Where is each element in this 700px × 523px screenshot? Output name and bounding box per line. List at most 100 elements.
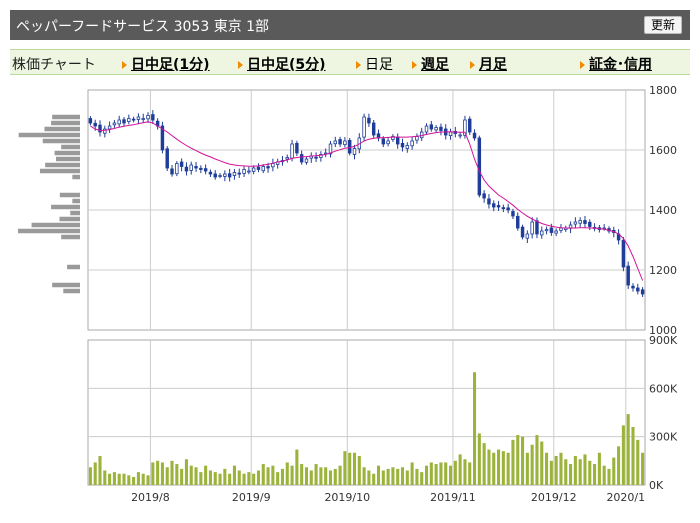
volume-bar (468, 462, 472, 485)
volume-bar (458, 454, 462, 485)
candle-body (333, 140, 338, 145)
volume-bar (319, 467, 323, 485)
volume-profile-bar (55, 156, 80, 162)
volume-bar (400, 467, 405, 485)
volume-bar (569, 464, 573, 485)
volume-bar (357, 456, 361, 485)
volume-profile-bar (61, 144, 80, 150)
price-axis-tick-label: 1800 (649, 84, 677, 97)
volume-axis-tick-label: 600K (649, 382, 678, 395)
volume-bar (631, 427, 635, 485)
volume-axis-tick-label: 300K (649, 431, 678, 444)
volume-bar (621, 425, 625, 485)
volume-bar (343, 451, 347, 485)
volume-bar (564, 459, 568, 485)
candle-body (285, 157, 289, 160)
volume-bar (127, 475, 131, 485)
volume-bar (338, 465, 342, 485)
candle-body (256, 166, 261, 170)
volume-bar (535, 435, 539, 485)
volume-bar (530, 444, 534, 485)
volume-profile-bar (52, 282, 80, 288)
volume-bar (602, 465, 606, 485)
volume-bar (391, 467, 395, 485)
volume-bar (237, 470, 241, 485)
date-axis-tick-label: 2019/10 (324, 491, 370, 504)
volume-bar (434, 464, 438, 485)
date-axis-tick-label: 2019/12 (531, 491, 577, 504)
volume-bar (386, 468, 390, 485)
volume-bar (617, 446, 621, 485)
volume-bar (506, 452, 510, 485)
candle-body (516, 215, 520, 229)
volume-bar (160, 462, 164, 485)
volume-bar (559, 452, 563, 485)
volume-bar (487, 449, 491, 485)
volume-bar (242, 473, 246, 485)
volume-bar (593, 464, 597, 485)
volume-bar (439, 462, 443, 485)
volume-bar (280, 468, 285, 485)
volume-profile-bar (45, 162, 80, 168)
candle-body (501, 207, 506, 210)
candle-body (362, 116, 366, 138)
candle-body (343, 140, 347, 145)
volume-bar (367, 470, 371, 485)
date-axis-tick-label: 2019/11 (430, 491, 476, 504)
volume-bar (328, 470, 333, 485)
candle-body (415, 136, 419, 141)
candle-body (429, 124, 434, 130)
stock-chart: 18001600140012001000900K600K300K0K2019/8… (18, 84, 678, 504)
volume-bar (247, 472, 251, 485)
volume-bar (525, 452, 529, 485)
volume-bar (295, 449, 299, 485)
volume-bar (132, 476, 136, 485)
candle-body (295, 142, 299, 154)
volume-profile-bar (61, 234, 80, 240)
volume-profile (18, 114, 80, 294)
volume-bar (204, 465, 208, 485)
volume-bar (98, 456, 102, 485)
candle-body (468, 118, 472, 133)
volume-bar (429, 462, 433, 485)
volume-bar (276, 472, 280, 485)
volume-bar (261, 464, 265, 485)
candle-body (247, 170, 251, 173)
candle-body (588, 221, 592, 227)
candle-body (367, 117, 371, 124)
volume-bar (208, 470, 212, 485)
volume-profile-bar (72, 198, 80, 204)
volume-bar (501, 451, 505, 485)
candle-body (636, 287, 640, 292)
volume-bar (549, 460, 553, 485)
candle-body (535, 220, 539, 235)
volume-bar (597, 452, 601, 485)
volume-bar (482, 443, 486, 485)
candle-body (439, 126, 443, 131)
candle-body (146, 115, 150, 120)
price-axis-tick-label: 1400 (649, 204, 677, 217)
candle-body (93, 122, 97, 127)
volume-bar (151, 462, 155, 485)
candle-body (400, 142, 405, 148)
candle-body (482, 193, 486, 199)
volume-bar (103, 470, 107, 485)
volume-bar (473, 372, 477, 485)
candle-body (496, 205, 501, 208)
candle-body (487, 198, 491, 205)
volume-bar (453, 460, 457, 485)
volume-bar (228, 473, 232, 485)
volume-bar (199, 472, 203, 485)
volume-bar (444, 462, 448, 485)
volume-bar (180, 468, 184, 485)
volume-bar (448, 465, 453, 485)
volume-bar (175, 464, 179, 485)
volume-profile-bar (51, 204, 80, 210)
candle-body (395, 136, 400, 145)
volume-bar (189, 465, 193, 485)
candle-body (261, 166, 265, 172)
volume-bar (309, 470, 313, 485)
candle-body (165, 148, 169, 169)
volume-bar (194, 467, 198, 485)
candle-body (530, 221, 534, 235)
